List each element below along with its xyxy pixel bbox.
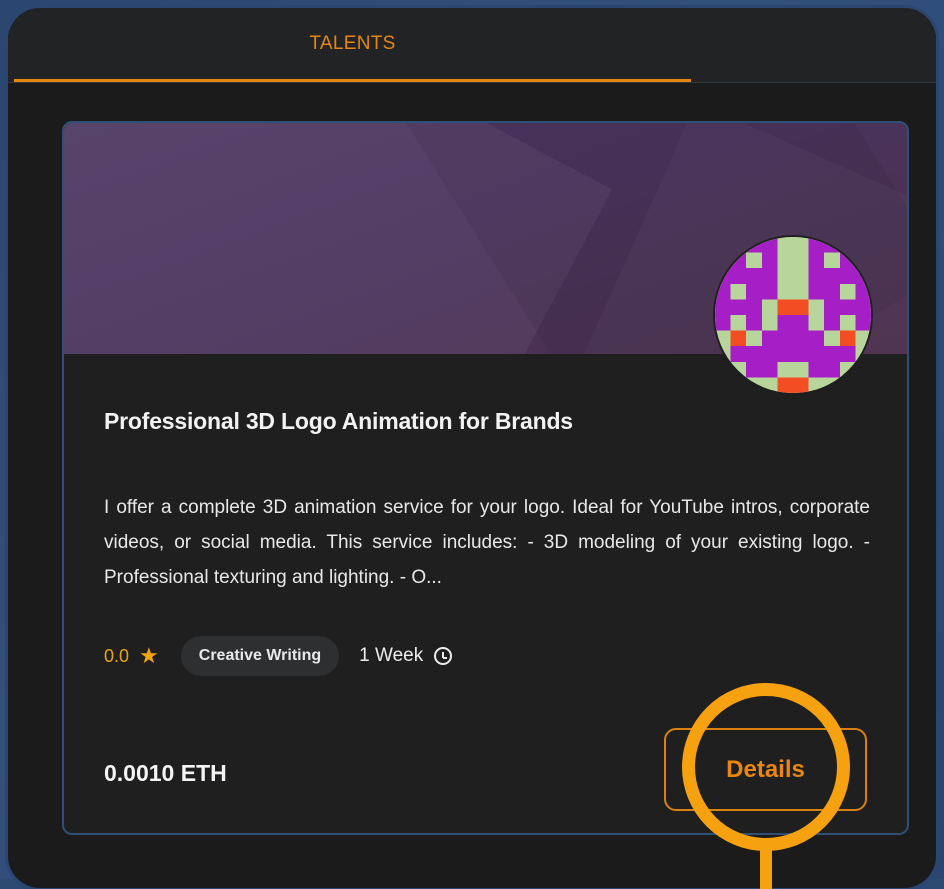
card-title[interactable]: Professional 3D Logo Animation for Brand… [104, 408, 573, 435]
price: 0.0010 ETH [104, 760, 227, 787]
card-meta: 0.0 ★ Creative Writing 1 Week [104, 634, 452, 678]
avatar[interactable] [715, 237, 871, 393]
details-button[interactable]: Details [664, 728, 867, 811]
rating: 0.0 ★ [104, 643, 159, 669]
talent-card[interactable]: Professional 3D Logo Animation for Brand… [62, 121, 909, 835]
duration-value: 1 Week [359, 645, 423, 667]
delivery-duration: 1 Week [359, 645, 452, 667]
card-description: I offer a complete 3D animation service … [104, 490, 870, 595]
category-tag[interactable]: Creative Writing [181, 636, 339, 676]
tab-talents[interactable]: TALENTS [14, 8, 691, 82]
star-icon: ★ [139, 643, 159, 669]
pixel-identicon-icon [715, 237, 871, 393]
talents-panel: TALENTS [8, 8, 936, 888]
tab-bar: TALENTS [8, 8, 936, 83]
rating-value: 0.0 [104, 646, 129, 667]
clock-icon [434, 647, 452, 665]
